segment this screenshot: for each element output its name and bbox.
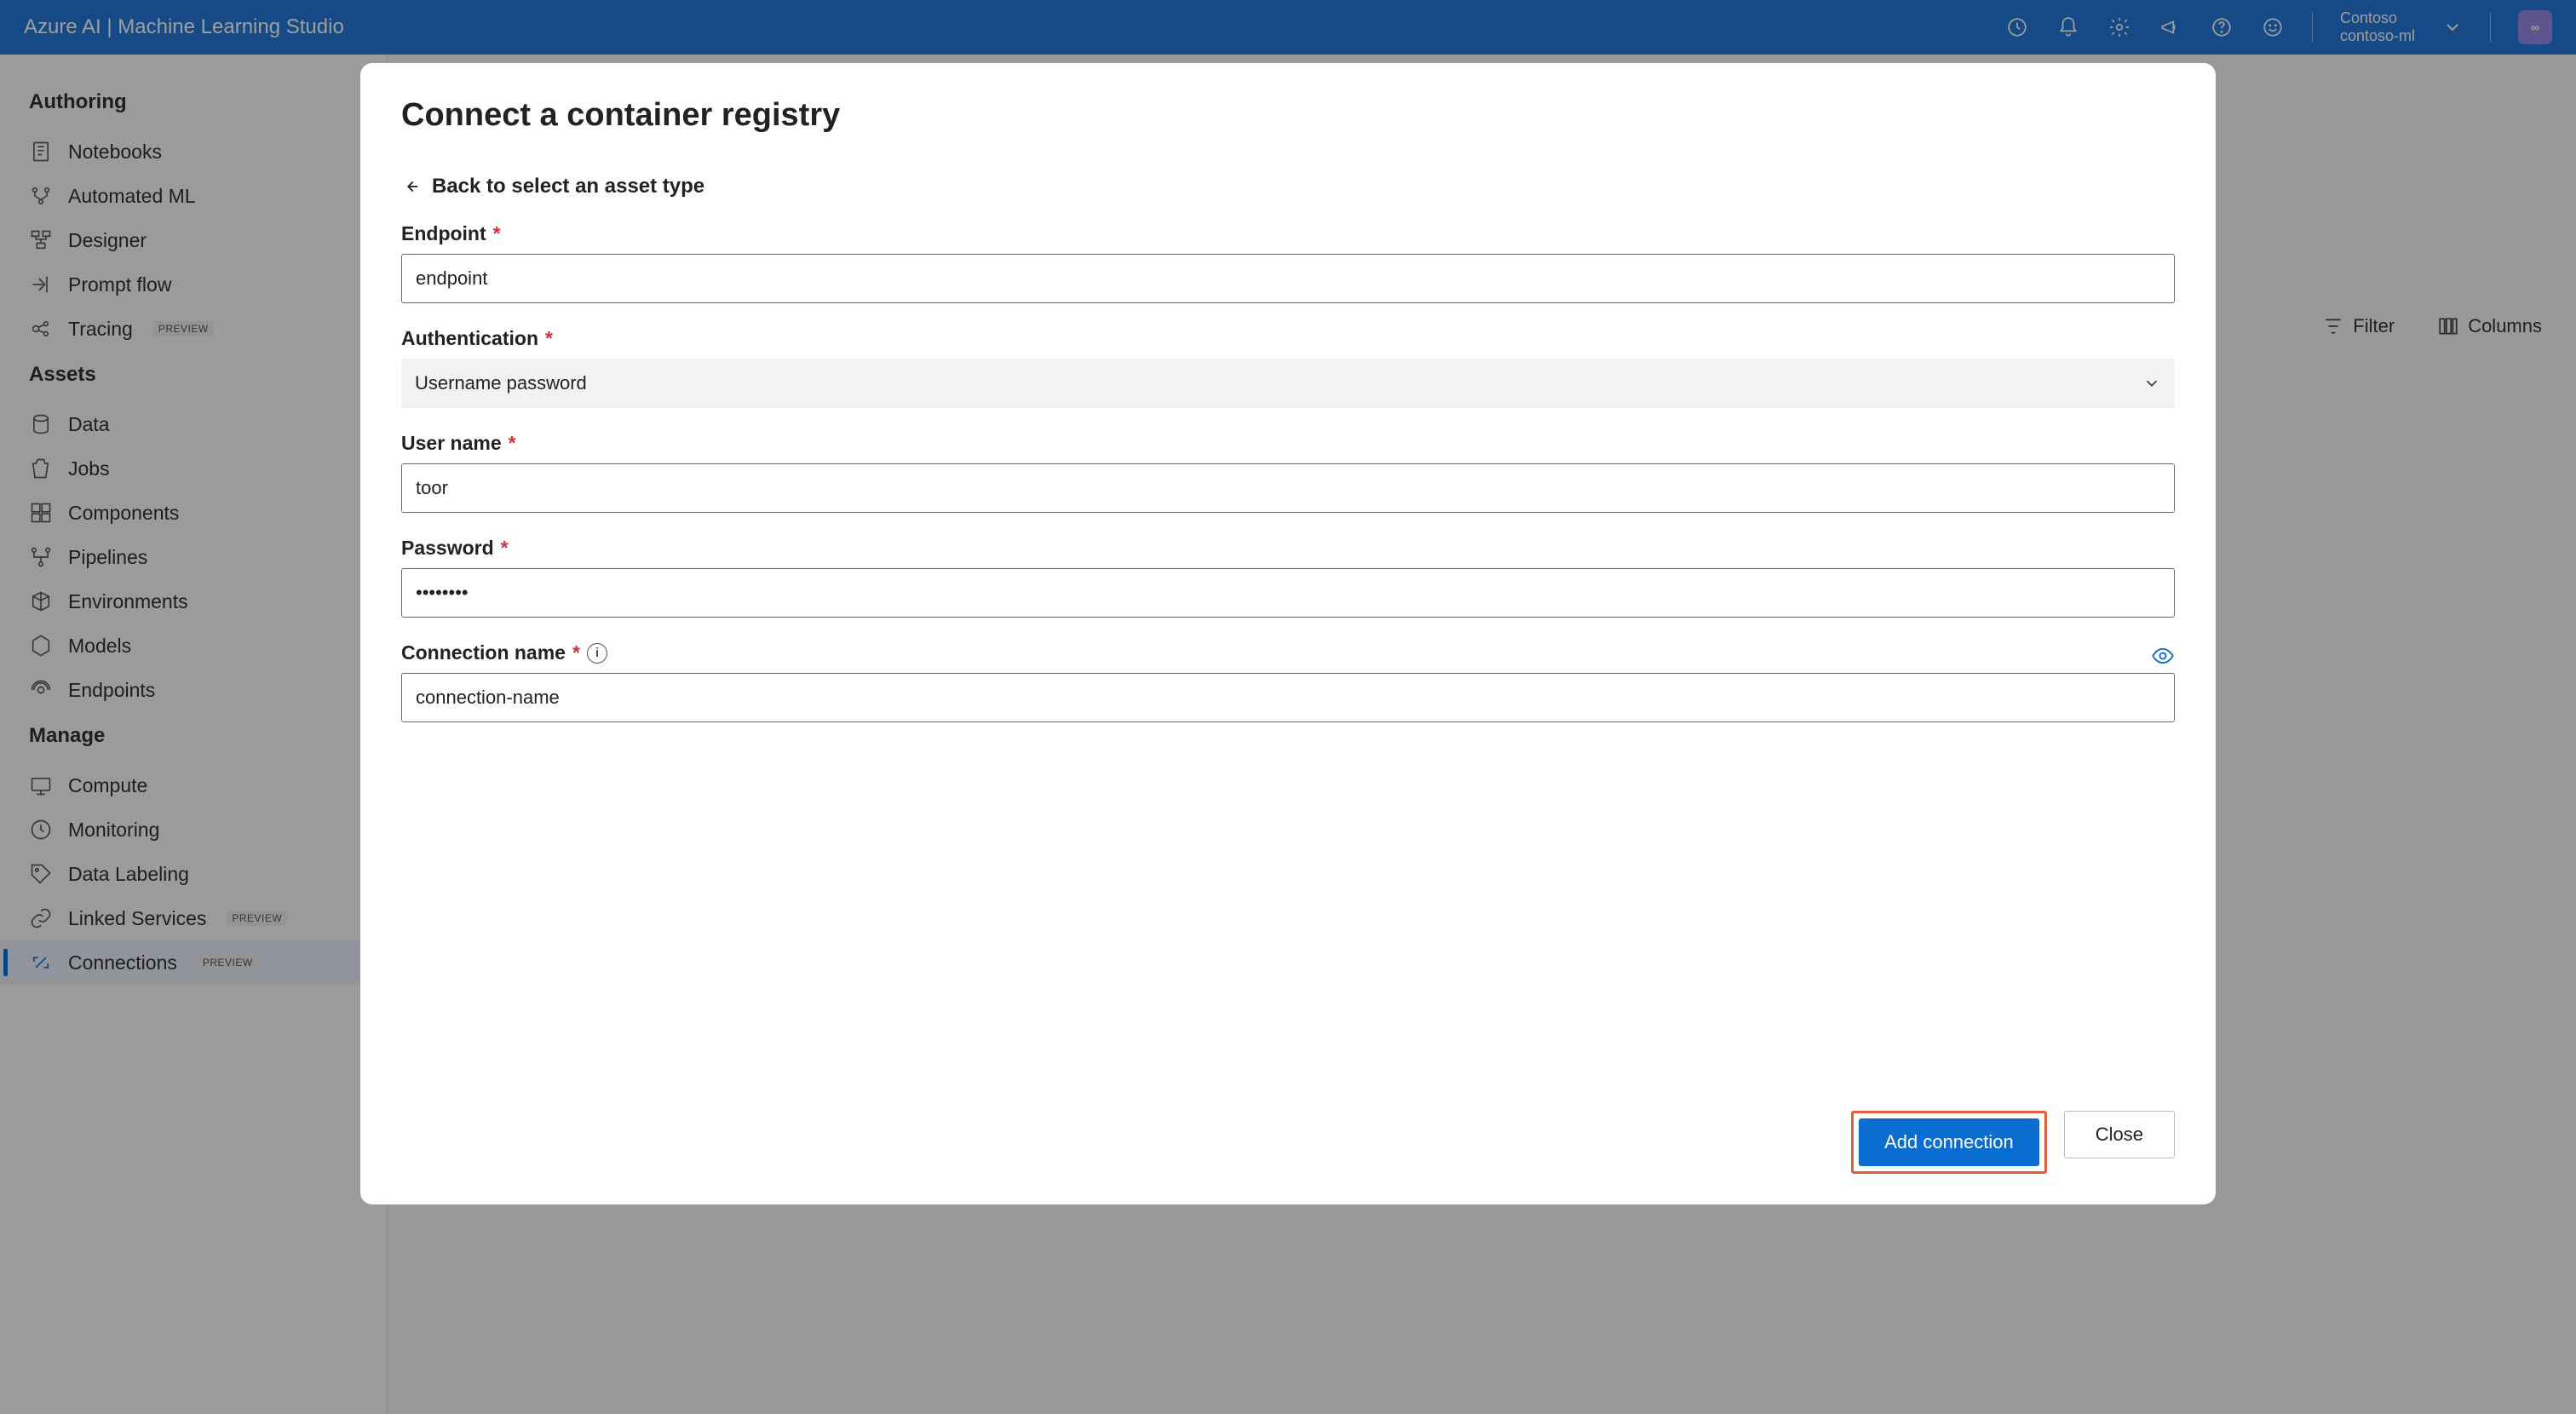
arrow-left-icon	[401, 177, 420, 196]
chevron-down-icon	[2142, 374, 2161, 393]
username-input[interactable]	[401, 463, 2175, 513]
label-connection-name: Connection name * i	[401, 641, 607, 664]
field-authentication: Authentication * Username password	[401, 327, 2175, 408]
label-username: User name *	[401, 432, 2175, 455]
modal: Connect a container registry Back to sel…	[360, 63, 2216, 1204]
field-password: Password *	[401, 537, 2175, 618]
field-username: User name *	[401, 432, 2175, 513]
authentication-value: Username password	[415, 372, 587, 394]
label-authentication: Authentication *	[401, 327, 2175, 350]
close-button[interactable]: Close	[2064, 1111, 2175, 1158]
authentication-select[interactable]: Username password	[401, 359, 2175, 408]
modal-title: Connect a container registry	[401, 97, 2175, 134]
back-link-label: Back to select an asset type	[432, 175, 704, 198]
field-connection-name: Connection name * i	[401, 641, 2175, 722]
info-icon[interactable]: i	[587, 643, 607, 664]
label-password: Password *	[401, 537, 2175, 560]
add-connection-button[interactable]: Add connection	[1859, 1118, 2039, 1166]
password-input[interactable]	[401, 568, 2175, 618]
modal-overlay: Connect a container registry Back to sel…	[0, 0, 2576, 1414]
connection-name-input[interactable]	[401, 673, 2175, 722]
modal-footer: Add connection Close	[401, 1111, 2175, 1174]
field-endpoint: Endpoint *	[401, 222, 2175, 303]
add-connection-highlight: Add connection	[1851, 1111, 2047, 1174]
eye-icon[interactable]	[2151, 644, 2175, 670]
endpoint-input[interactable]	[401, 254, 2175, 303]
label-endpoint: Endpoint *	[401, 222, 2175, 245]
back-link[interactable]: Back to select an asset type	[401, 175, 2175, 198]
